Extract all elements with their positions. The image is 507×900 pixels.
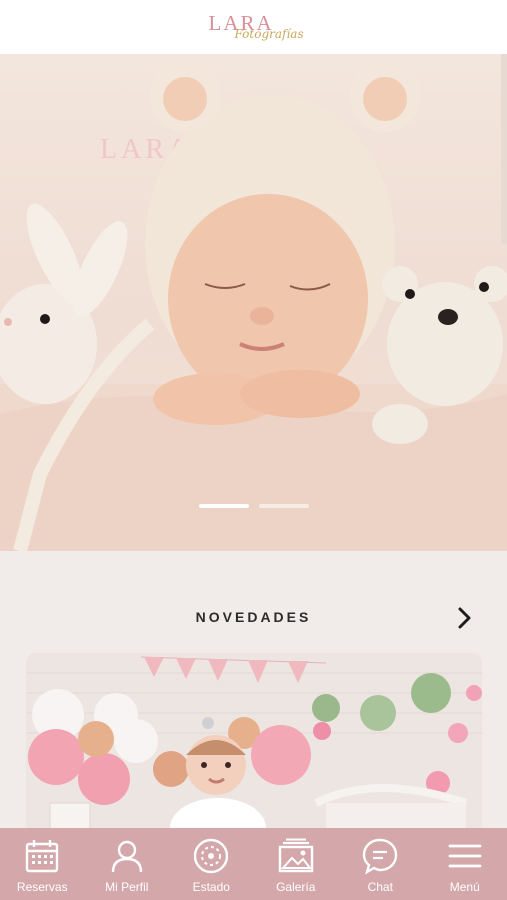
nav-estado[interactable]: Estado (169, 828, 254, 900)
news-card[interactable] (26, 653, 482, 843)
gallery-icon (276, 836, 316, 876)
hero-carousel[interactable]: LARA (0, 54, 507, 551)
news-section-title: NOVEDADES (195, 609, 312, 625)
status-icon (191, 836, 231, 876)
chat-icon (360, 836, 400, 876)
bottom-navigation: Reservas Mi Perfil Estado Galería Chat M… (0, 828, 507, 900)
news-section-header: NOVEDADES (0, 598, 507, 638)
nav-reservas[interactable]: Reservas (0, 828, 85, 900)
nav-label-chat: Chat (367, 880, 393, 894)
chevron-right-icon (458, 607, 471, 629)
app-header: LARA Fotografías (0, 0, 507, 54)
carousel-dot-2[interactable] (258, 504, 309, 508)
nav-galeria[interactable]: Galería (254, 828, 339, 900)
logo-sub-text: Fotografías (234, 27, 304, 41)
calendar-icon (22, 836, 62, 876)
nav-label-reservas: Reservas (16, 880, 68, 894)
hero-scrollbar[interactable] (501, 54, 507, 244)
nav-menu[interactable]: Menú (423, 828, 507, 900)
news-next-button[interactable] (452, 604, 478, 632)
user-icon (107, 836, 147, 876)
nav-mi-perfil[interactable]: Mi Perfil (85, 828, 170, 900)
nav-label-galeria: Galería (276, 880, 316, 894)
brand-logo[interactable]: LARA Fotografías (209, 5, 304, 49)
nav-chat[interactable]: Chat (338, 828, 423, 900)
nav-label-menu: Menú (449, 880, 480, 894)
carousel-dot-1[interactable] (198, 504, 249, 508)
news-photo-baby-party (26, 653, 482, 843)
hero-photo-newborn: LARA (0, 60, 507, 551)
menu-icon (445, 836, 485, 876)
carousel-indicators (0, 504, 507, 512)
nav-label-mi-perfil: Mi Perfil (105, 880, 149, 894)
nav-label-estado: Estado (192, 880, 230, 894)
app-screen: LARA Fotografías LARA NOVEDADES Reservas… (0, 0, 507, 900)
